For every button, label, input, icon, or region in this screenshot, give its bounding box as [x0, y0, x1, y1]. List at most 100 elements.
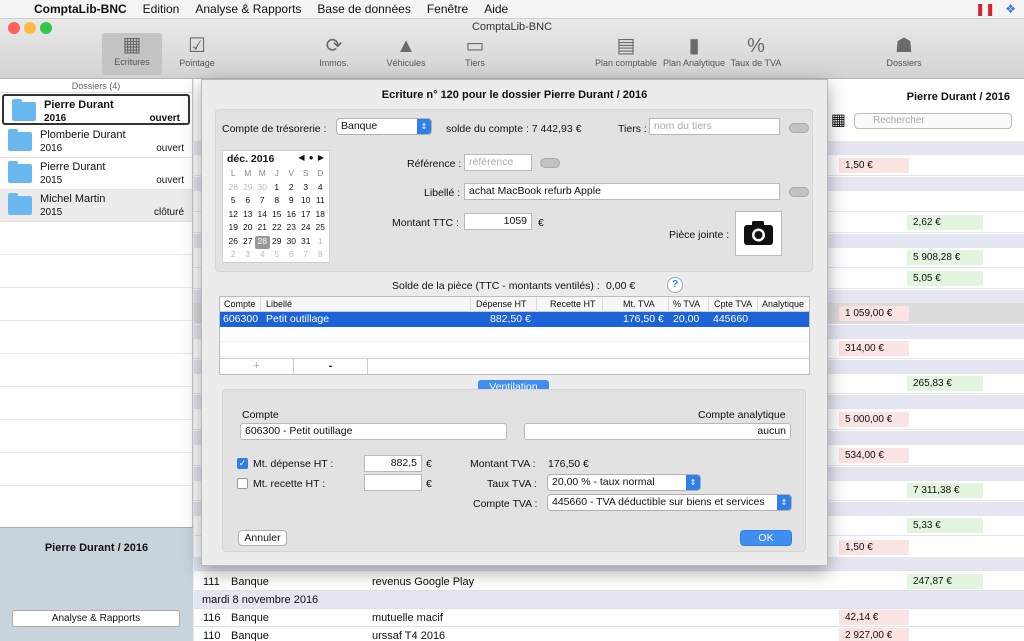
menu-app[interactable]: ComptaLib-BNC — [30, 2, 135, 16]
calendar-day[interactable]: 3 — [299, 182, 314, 196]
calendar-day[interactable]: 8 — [313, 249, 328, 263]
date-picker-calendar[interactable]: déc. 2016 ◀ ● ▶ L M M J V S D 28 29 30 1 2 3 4 5 6 7 8 9 10… — [222, 150, 330, 263]
calendar-day[interactable]: 2 — [284, 182, 299, 196]
calendar-day[interactable]: 28 — [255, 235, 270, 249]
calendar-day[interactable]: 30 — [284, 236, 299, 250]
calendar-day[interactable]: 24 — [299, 222, 314, 236]
toolbar-taux-tva-button[interactable]: % Taux de TVA — [727, 34, 785, 68]
col-analytique[interactable]: Analytique — [762, 299, 804, 309]
calendar-day[interactable]: 8 — [270, 195, 285, 209]
calendar-day[interactable]: 13 — [241, 209, 256, 223]
calendar-day[interactable]: 7 — [255, 195, 270, 209]
col-depense[interactable]: Dépense HT — [476, 299, 527, 309]
toolbar-plan-comptable-button[interactable]: ▤ Plan comptable — [590, 34, 662, 68]
toolbar-ecritures-button[interactable]: ▦ Ecritures — [102, 33, 162, 75]
calendar-day[interactable]: 1 — [313, 236, 328, 250]
calendar-day[interactable]: 29 — [241, 182, 256, 196]
recette-checkbox[interactable] — [237, 478, 248, 489]
calendar-nav-arrows[interactable]: ◀ ● ▶ — [298, 153, 325, 162]
tresorerie-select[interactable]: Banque ⇕ — [336, 118, 432, 135]
folder-item[interactable]: Plomberie Durant 2016 ouvert — [0, 126, 192, 158]
add-row-button[interactable]: + — [220, 359, 294, 374]
taux-tva-select[interactable]: 20,00 % - taux normal ⇕ — [547, 474, 701, 491]
col-mt-tva[interactable]: Mt. TVA — [623, 299, 655, 309]
table-row[interactable]: 116 Banque mutuelle macif 42,14 € — [194, 609, 1024, 627]
calendar-day[interactable]: 17 — [299, 209, 314, 223]
calendar-day[interactable]: 4 — [255, 249, 270, 263]
col-libelle[interactable]: Libellé — [266, 299, 292, 309]
menu-aide[interactable]: Aide — [476, 2, 516, 16]
compte-analytique-input[interactable]: aucun — [524, 423, 791, 440]
calendar-day[interactable]: 5 — [226, 195, 241, 209]
calendar-day[interactable]: 22 — [270, 222, 285, 236]
annuler-button[interactable]: Annuler — [238, 530, 287, 546]
calendar-icon[interactable]: ▦ — [831, 110, 846, 130]
recette-input[interactable] — [364, 474, 422, 491]
depense-input[interactable]: 882,5 — [364, 455, 422, 472]
calendar-day[interactable]: 10 — [299, 195, 314, 209]
table-row[interactable]: 606300 Petit outillage 882,50 € 176,50 €… — [220, 312, 809, 327]
toolbar-plan-analytique-button[interactable]: ▮ Plan Analytique — [660, 34, 728, 68]
col-compte[interactable]: Compte — [224, 299, 256, 309]
calendar-day[interactable]: 25 — [313, 222, 328, 236]
reference-input[interactable]: référence — [464, 154, 532, 171]
calendar-grid[interactable]: L M M J V S D 28 29 30 1 2 3 4 5 6 7 8 9 10 11 12 13 14 15 16 17 18… — [226, 168, 328, 263]
folder-item[interactable]: Pierre Durant 2016 ouvert — [2, 94, 190, 125]
col-cpte-tva[interactable]: Cpte TVA — [714, 299, 752, 309]
montant-ttc-input[interactable]: 1059 — [464, 213, 532, 230]
attachment-drop-well[interactable] — [735, 211, 782, 256]
calendar-day[interactable]: 11 — [313, 195, 328, 209]
calendar-day[interactable]: 26 — [226, 236, 241, 250]
toolbar-tiers-button[interactable]: ▭ Tiers — [445, 34, 505, 68]
calendar-day[interactable]: 5 — [270, 249, 285, 263]
calendar-day[interactable]: 19 — [226, 222, 241, 236]
calendar-day[interactable]: 12 — [226, 209, 241, 223]
calendar-day[interactable]: 27 — [241, 236, 256, 250]
calendar-day[interactable]: 6 — [284, 249, 299, 263]
menu-edition[interactable]: Edition — [135, 2, 188, 16]
calendar-day[interactable]: 28 — [226, 182, 241, 196]
calendar-day[interactable]: 15 — [270, 209, 285, 223]
calendar-day[interactable]: 29 — [270, 236, 285, 250]
help-button[interactable]: ? — [667, 277, 683, 293]
depense-checkbox[interactable]: ✓ — [237, 458, 248, 469]
dropbox-icon[interactable]: ❖ — [1005, 2, 1016, 16]
compte-input[interactable]: 606300 - Petit outillage — [240, 423, 507, 440]
calendar-day[interactable]: 16 — [284, 209, 299, 223]
calendar-day[interactable]: 9 — [284, 195, 299, 209]
libelle-action-button[interactable] — [789, 187, 809, 197]
calendar-day[interactable]: 23 — [284, 222, 299, 236]
ok-button[interactable]: OK — [740, 530, 792, 546]
calendar-day[interactable]: 1 — [270, 182, 285, 196]
remove-row-button[interactable]: - — [294, 359, 368, 374]
menu-fenetre[interactable]: Fenêtre — [419, 2, 476, 16]
menu-base[interactable]: Base de données — [309, 2, 418, 16]
calendar-day[interactable]: 14 — [255, 209, 270, 223]
calendar-day[interactable]: 31 — [299, 236, 314, 250]
table-row[interactable]: 110 Banque urssaf T4 2016 2 927,00 € — [194, 627, 1024, 641]
col-recette[interactable]: Recette HT — [550, 299, 596, 309]
compte-tva-select[interactable]: 445660 - TVA déductible sur biens et ser… — [547, 494, 792, 511]
calendar-day[interactable]: 3 — [241, 249, 256, 263]
tiers-input[interactable]: nom du tiers — [649, 118, 780, 135]
calendar-day[interactable]: 2 — [226, 249, 241, 263]
calendar-day[interactable]: 7 — [299, 249, 314, 263]
calendar-day[interactable]: 6 — [241, 195, 256, 209]
folder-item[interactable]: Pierre Durant 2015 ouvert — [0, 158, 192, 190]
search-input[interactable]: Rechercher — [854, 113, 1012, 129]
tiers-action-button[interactable] — [789, 123, 809, 133]
ventilation-table[interactable]: Compte Libellé Dépense HT Recette HT Mt.… — [219, 296, 810, 375]
col-pct-tva[interactable]: % TVA — [673, 299, 700, 309]
analyse-rapports-button[interactable]: Analyse & Rapports — [12, 610, 180, 627]
menu-analyse[interactable]: Analyse & Rapports — [187, 2, 309, 16]
reference-action-button[interactable] — [540, 158, 560, 168]
table-row[interactable]: 111 Banque revenus Google Play 247,87 € — [194, 573, 1024, 591]
calendar-day[interactable]: 18 — [313, 209, 328, 223]
toolbar-immos-button[interactable]: ⟳ Immos. — [304, 34, 364, 68]
calendar-day[interactable]: 21 — [255, 222, 270, 236]
toolbar-dossiers-button[interactable]: ☗ Dossiers — [874, 34, 934, 68]
libelle-input[interactable]: achat MacBook refurb Apple — [464, 183, 780, 200]
toolbar-pointage-button[interactable]: ☑ Pointage — [167, 34, 227, 68]
calendar-day[interactable]: 4 — [313, 182, 328, 196]
calendar-day[interactable]: 20 — [241, 222, 256, 236]
